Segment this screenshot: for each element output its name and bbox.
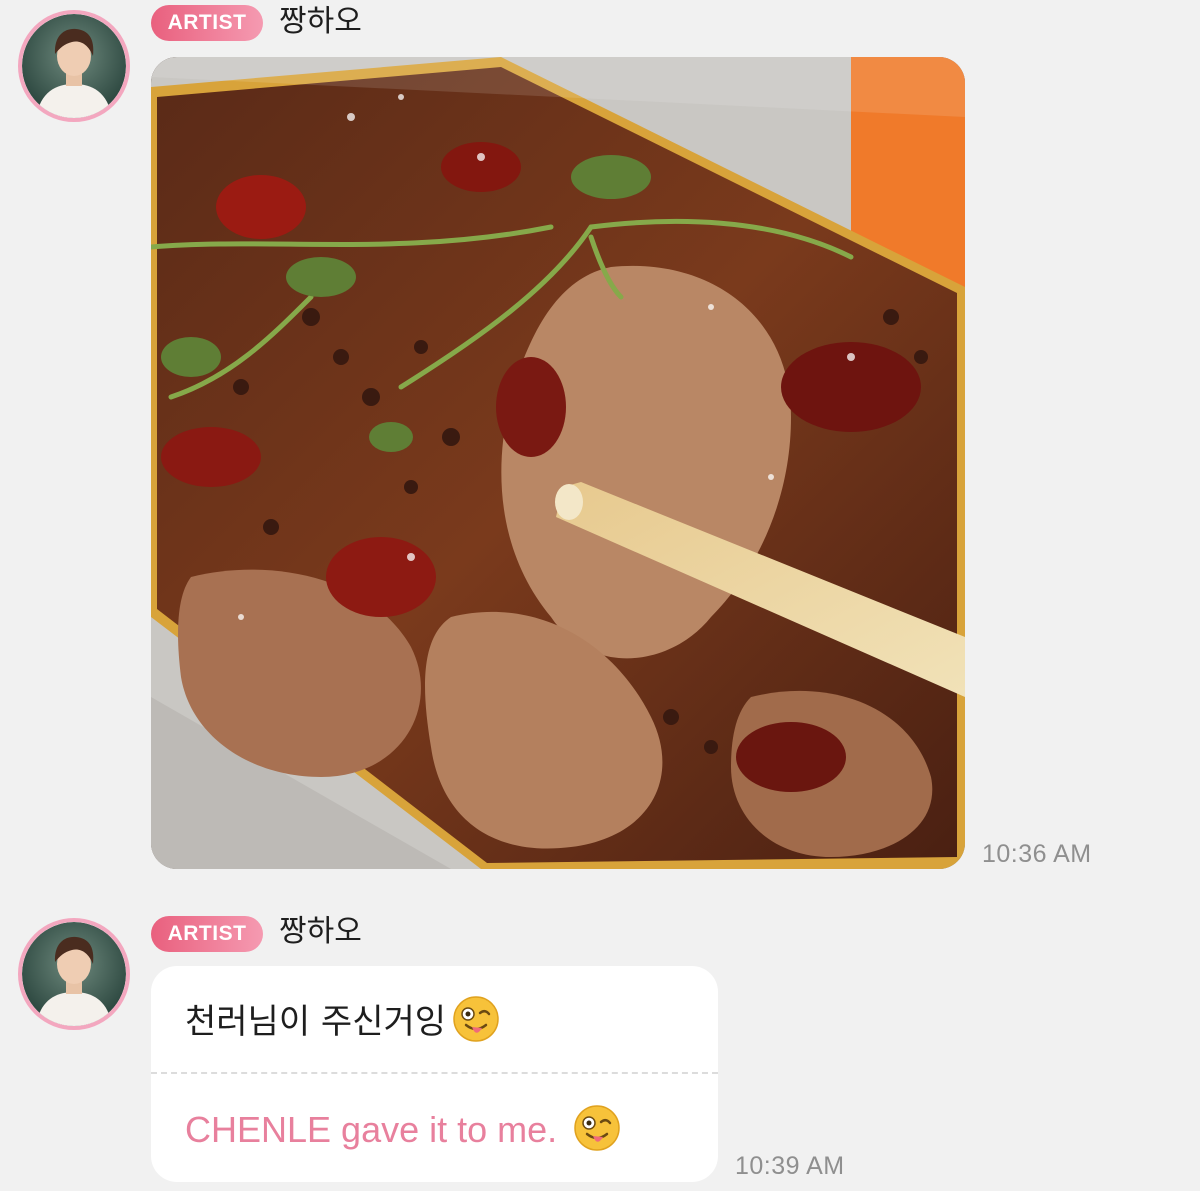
artist-badge: ARTIST bbox=[151, 916, 263, 952]
artist-avatar-icon bbox=[22, 922, 126, 1026]
translation-divider bbox=[151, 1072, 718, 1074]
food-photo-icon bbox=[151, 57, 965, 869]
sender-name[interactable]: 짱하오 bbox=[279, 914, 362, 950]
translated-message: CHENLE gave it to me. bbox=[185, 1104, 621, 1161]
message-time: 10:36 AM bbox=[982, 840, 1092, 868]
artist-badge: ARTIST bbox=[151, 5, 263, 41]
winking-face-with-tongue-icon bbox=[452, 995, 500, 1052]
message-time: 10:39 AM bbox=[735, 1152, 845, 1180]
translated-message-text: CHENLE gave it to me. bbox=[185, 1109, 558, 1151]
sender-name[interactable]: 짱하오 bbox=[279, 4, 362, 40]
chat-view: ARTIST 짱하오 10:36 AM ARTIST 짱하오 천러님이 주신거잉… bbox=[0, 0, 1200, 1191]
artist-avatar-icon bbox=[22, 14, 126, 118]
sender-avatar[interactable] bbox=[18, 918, 130, 1030]
original-message-text: 천러님이 주신거잉 bbox=[185, 1002, 447, 1042]
message-bubble[interactable]: 천러님이 주신거잉 CHENLE gave it to me. bbox=[151, 966, 718, 1182]
sender-avatar[interactable] bbox=[18, 10, 130, 122]
message-photo[interactable] bbox=[151, 57, 965, 869]
original-message: 천러님이 주신거잉 bbox=[185, 994, 500, 1052]
winking-face-with-tongue-icon bbox=[573, 1104, 621, 1161]
